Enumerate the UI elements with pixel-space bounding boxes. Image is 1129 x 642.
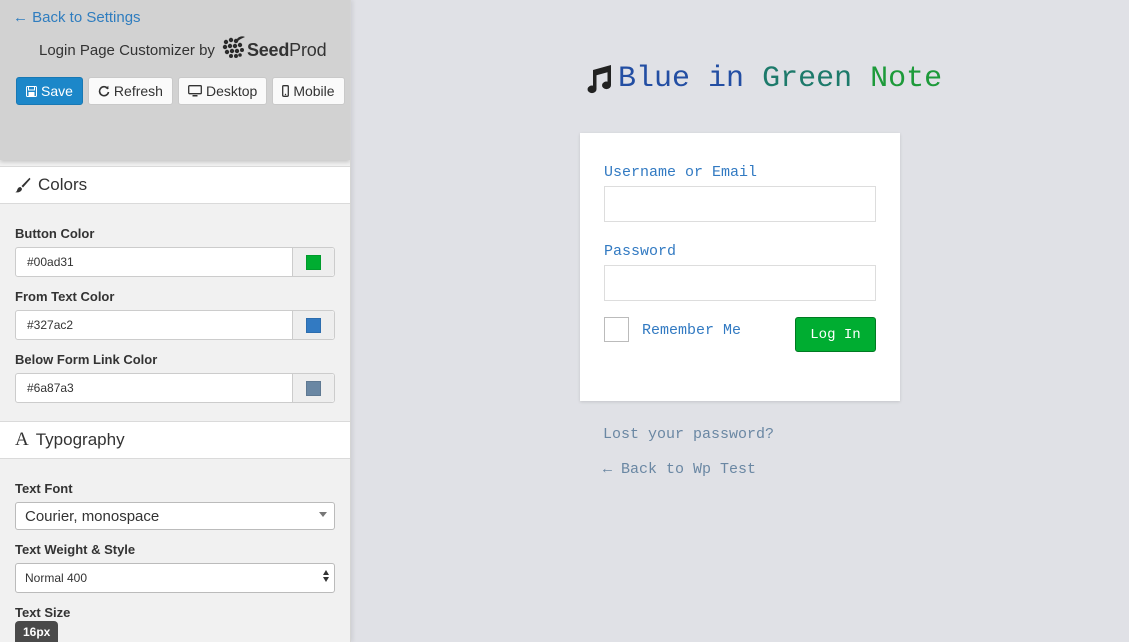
typography-section-header[interactable]: A Typography: [0, 421, 350, 459]
text-font-select[interactable]: Courier, monospace: [15, 502, 335, 530]
below-form-link-color-picker[interactable]: [292, 374, 334, 402]
password-input[interactable]: [604, 265, 876, 301]
seedprod-logo-icon: [221, 36, 247, 64]
site-title-word-blue: Blue: [618, 62, 691, 96]
customizer-credit-text: Login Page Customizer by: [39, 41, 215, 59]
text-weight-value: Normal 400: [25, 571, 88, 585]
text-font-label: Text Font: [15, 481, 73, 496]
text-size-value-badge: 16px: [15, 621, 59, 642]
form-text-color-label: From Text Color: [15, 289, 115, 304]
customizer-toolbar: Save Refresh Desktop Mobile: [16, 77, 350, 105]
seedprod-logo-text: SeedProd: [246, 39, 327, 61]
refresh-icon: [98, 85, 110, 97]
remember-me-label[interactable]: Remember Me: [642, 322, 741, 339]
text-font-value: Courier, monospace: [25, 507, 160, 525]
refresh-button[interactable]: Refresh: [87, 77, 173, 105]
desktop-icon: [188, 85, 202, 97]
colors-section-title: Colors: [38, 175, 88, 194]
below-form-link-color-swatch: [306, 380, 321, 396]
seedprod-logo: SeedProd: [221, 36, 327, 64]
remember-me-checkbox[interactable]: [604, 317, 629, 342]
text-weight-label: Text Weight & Style: [15, 542, 136, 557]
text-weight-select[interactable]: Normal 400: [15, 563, 335, 593]
chevron-down-icon: [319, 512, 327, 517]
below-form-link-color-value[interactable]: #6a87a3: [16, 374, 292, 402]
select-updown-icon: [323, 570, 329, 582]
site-title-word-green: Green: [762, 62, 853, 96]
logo-text-seed: Seed: [246, 39, 290, 60]
save-button[interactable]: Save: [16, 77, 83, 105]
customizer-credit: Login Page Customizer by SeedProd: [39, 36, 327, 64]
mobile-icon: [282, 85, 290, 97]
mobile-preview-button[interactable]: Mobile: [272, 77, 345, 105]
site-title-word-in: in: [708, 62, 745, 96]
form-text-color-field[interactable]: #327ac2: [15, 310, 335, 340]
desktop-button-label: Desktop: [205, 83, 258, 99]
refresh-button-label: Refresh: [113, 83, 163, 99]
paintbrush-icon: [15, 177, 31, 193]
button-color-field[interactable]: #00ad31: [15, 247, 335, 277]
mobile-button-label: Mobile: [293, 83, 335, 99]
form-text-color-swatch: [306, 317, 321, 333]
site-title[interactable]: Blue in Green Note: [585, 62, 942, 96]
password-label: Password: [604, 243, 677, 260]
username-input[interactable]: [604, 186, 876, 222]
below-form-link-color-field[interactable]: #6a87a3: [15, 373, 335, 403]
typography-section-title: Typography: [35, 430, 125, 449]
username-label: Username or Email: [604, 164, 758, 181]
customizer-sidebar: ← Back to Settings Login Page Customizer…: [0, 0, 351, 642]
button-color-label: Button Color: [15, 226, 95, 241]
below-form-link-color-label: Below Form Link Color: [15, 352, 158, 367]
sidebar-header: ← Back to Settings Login Page Customizer…: [0, 0, 350, 160]
lost-password-link[interactable]: Lost your password?: [603, 426, 774, 443]
desktop-preview-button[interactable]: Desktop: [177, 77, 268, 105]
save-icon: [26, 85, 37, 97]
music-note-icon: [585, 64, 613, 94]
save-button-label: Save: [41, 83, 73, 99]
typography-icon: A: [15, 429, 29, 450]
colors-section-header[interactable]: Colors: [0, 166, 350, 204]
back-to-site-link[interactable]: ← Back to Wp Test: [603, 461, 756, 478]
button-color-value[interactable]: #00ad31: [16, 248, 292, 276]
text-size-label: Text Size: [15, 605, 71, 620]
button-color-picker[interactable]: [292, 248, 334, 276]
back-to-settings-link[interactable]: ← Back to Settings: [13, 9, 141, 26]
form-text-color-picker[interactable]: [292, 311, 334, 339]
site-title-word-note: Note: [870, 62, 943, 96]
login-form-card: Username or Email Password Remember Me L…: [580, 133, 900, 401]
login-button[interactable]: Log In: [795, 317, 876, 352]
button-color-swatch: [306, 254, 321, 270]
form-text-color-value[interactable]: #327ac2: [16, 311, 292, 339]
logo-text-prod: Prod: [289, 39, 327, 60]
